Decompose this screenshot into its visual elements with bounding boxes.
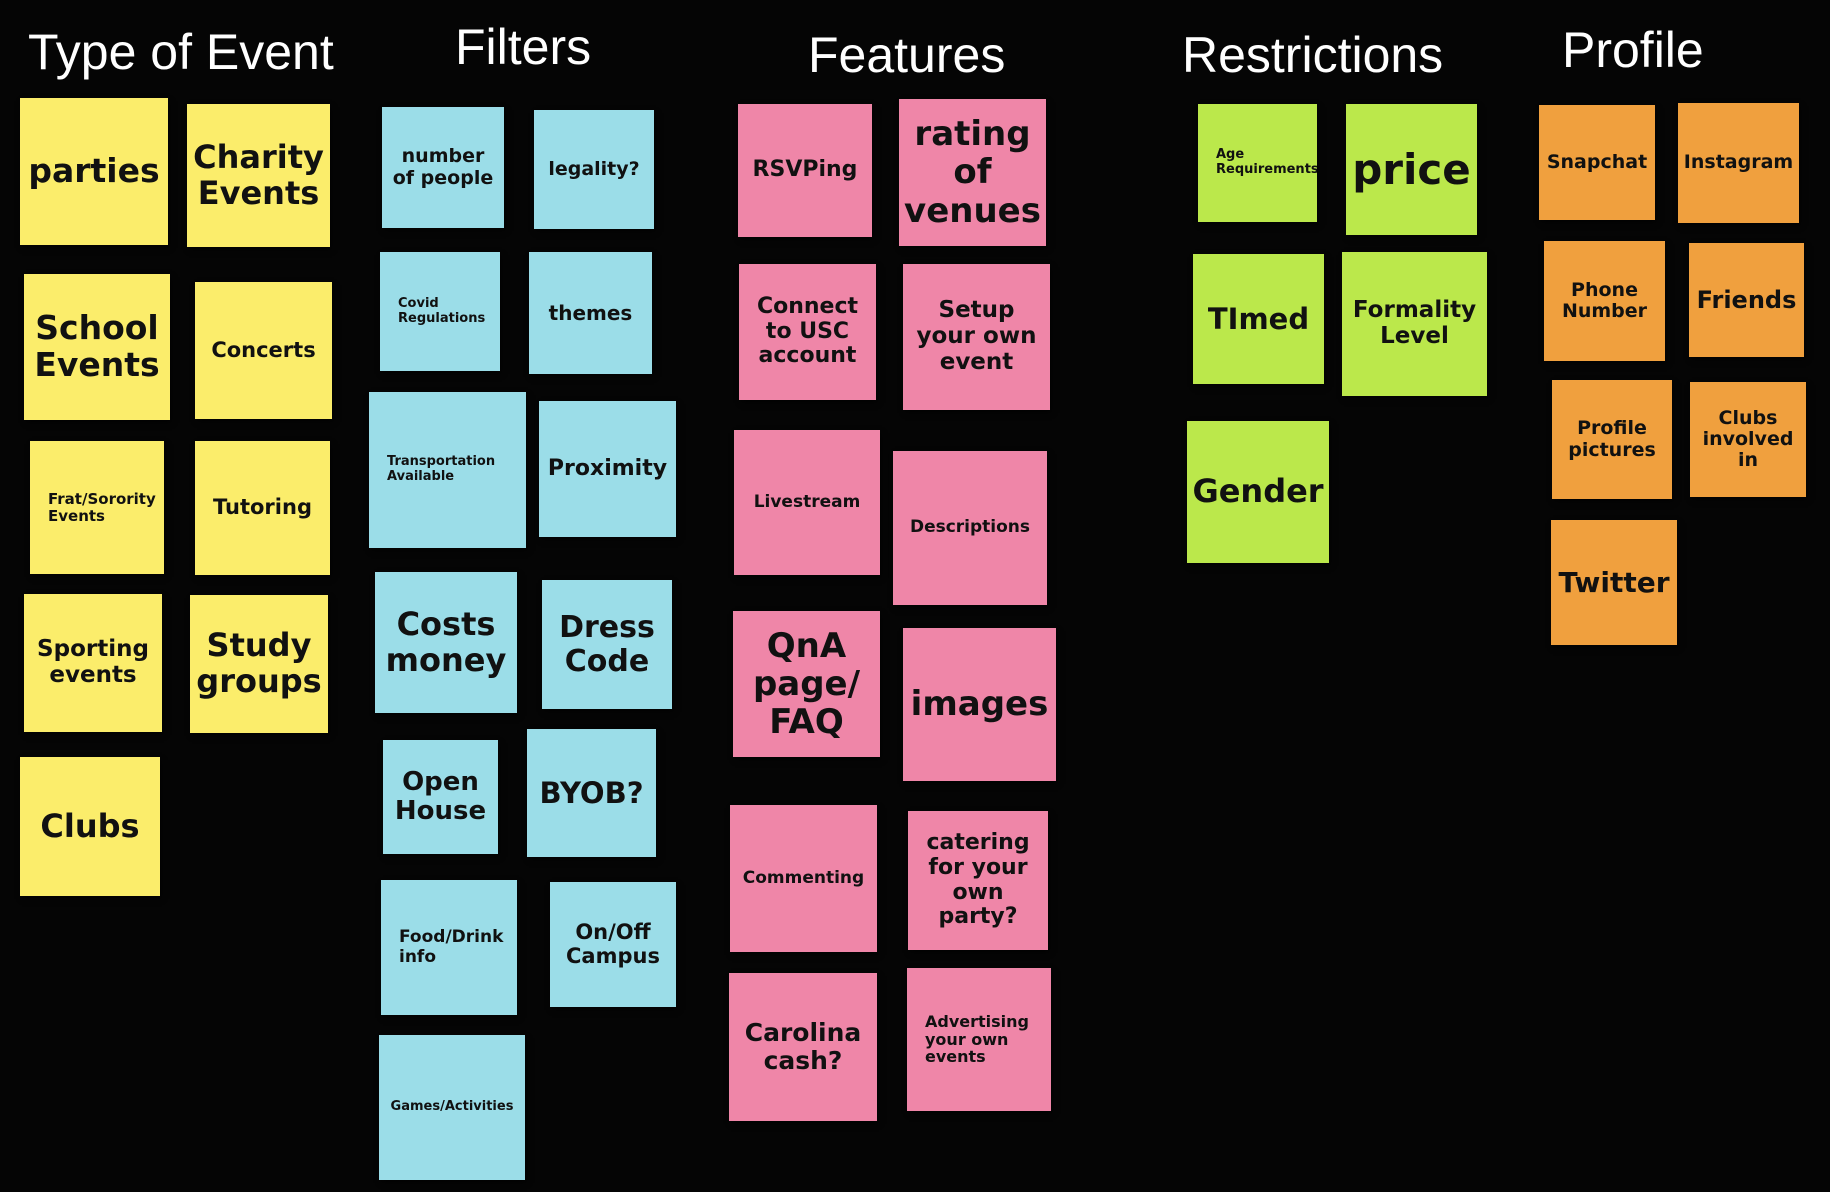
note-charity-events[interactable]: Charity Events — [187, 104, 330, 247]
note-rating-of-venues[interactable]: rating of venues — [899, 99, 1046, 246]
note-connect-to-usc-account[interactable]: Connect to USC account — [739, 264, 876, 400]
note-frat-sorority-events[interactable]: Frat/Sorority Events — [30, 441, 164, 574]
note-catering-for-your-own-party[interactable]: catering for your own party? — [908, 811, 1048, 950]
note-phone-number[interactable]: Phone Number — [1544, 241, 1665, 361]
note-clubs-involved-in[interactable]: Clubs involved in — [1690, 382, 1806, 497]
note-school-events[interactable]: School Events — [24, 274, 170, 420]
note-open-house[interactable]: Open House — [383, 740, 498, 854]
note-images[interactable]: images — [903, 628, 1056, 781]
note-instagram[interactable]: Instagram — [1678, 103, 1799, 223]
heading-features: Features — [808, 27, 1006, 83]
note-costs-money[interactable]: Costs money — [375, 572, 517, 713]
note-timed[interactable]: TImed — [1193, 254, 1324, 384]
heading-restrictions: Restrictions — [1182, 27, 1444, 83]
note-themes[interactable]: themes — [529, 252, 652, 374]
note-transportation-available[interactable]: Transportation Available — [369, 392, 526, 548]
note-setup-your-own-event[interactable]: Setup your own event — [903, 264, 1050, 410]
note-tutoring[interactable]: Tutoring — [195, 441, 330, 575]
note-descriptions[interactable]: Descriptions — [893, 451, 1047, 605]
note-on-off-campus[interactable]: On/Off Campus — [550, 882, 676, 1007]
note-commenting[interactable]: Commenting — [730, 805, 877, 952]
note-clubs[interactable]: Clubs — [20, 757, 160, 896]
note-age-requirements[interactable]: Age Requirements — [1198, 104, 1317, 222]
note-dress-code[interactable]: Dress Code — [542, 580, 672, 709]
note-snapchat[interactable]: Snapchat — [1539, 105, 1655, 220]
note-covid-regulations[interactable]: Covid Regulations — [380, 252, 500, 371]
note-byob[interactable]: BYOB? — [527, 729, 656, 857]
heading-profile: Profile — [1562, 22, 1704, 78]
note-formality-level[interactable]: Formality Level — [1342, 252, 1487, 396]
note-food-drink-info[interactable]: Food/Drink info — [381, 880, 517, 1015]
note-study-groups[interactable]: Study groups — [190, 595, 328, 733]
note-profile-pictures[interactable]: Profile pictures — [1552, 380, 1672, 499]
note-games-activities[interactable]: Games/Activities — [379, 1035, 525, 1180]
note-parties[interactable]: parties — [20, 98, 168, 245]
note-rsvping[interactable]: RSVPing — [738, 104, 872, 237]
note-carolina-cash[interactable]: Carolina cash? — [729, 973, 877, 1121]
note-concerts[interactable]: Concerts — [195, 282, 332, 419]
note-number-of-people[interactable]: number of people — [382, 107, 504, 228]
sticky-note-board: Type of Event Filters Features Restricti… — [0, 0, 1830, 1192]
note-price[interactable]: price — [1346, 104, 1477, 235]
heading-type-of-event: Type of Event — [28, 24, 334, 80]
note-gender[interactable]: Gender — [1187, 421, 1329, 563]
note-advertising-your-own-events[interactable]: Advertising your own events — [907, 968, 1051, 1111]
heading-filters: Filters — [455, 19, 592, 75]
note-proximity[interactable]: Proximity — [539, 401, 676, 537]
note-legality[interactable]: legality? — [534, 110, 654, 229]
note-sporting-events[interactable]: Sporting events — [24, 594, 162, 732]
note-livestream[interactable]: Livestream — [734, 430, 880, 575]
note-friends[interactable]: Friends — [1689, 243, 1804, 357]
note-qna-page-faq[interactable]: QnA page/ FAQ — [733, 611, 880, 757]
note-twitter[interactable]: Twitter — [1551, 520, 1677, 645]
